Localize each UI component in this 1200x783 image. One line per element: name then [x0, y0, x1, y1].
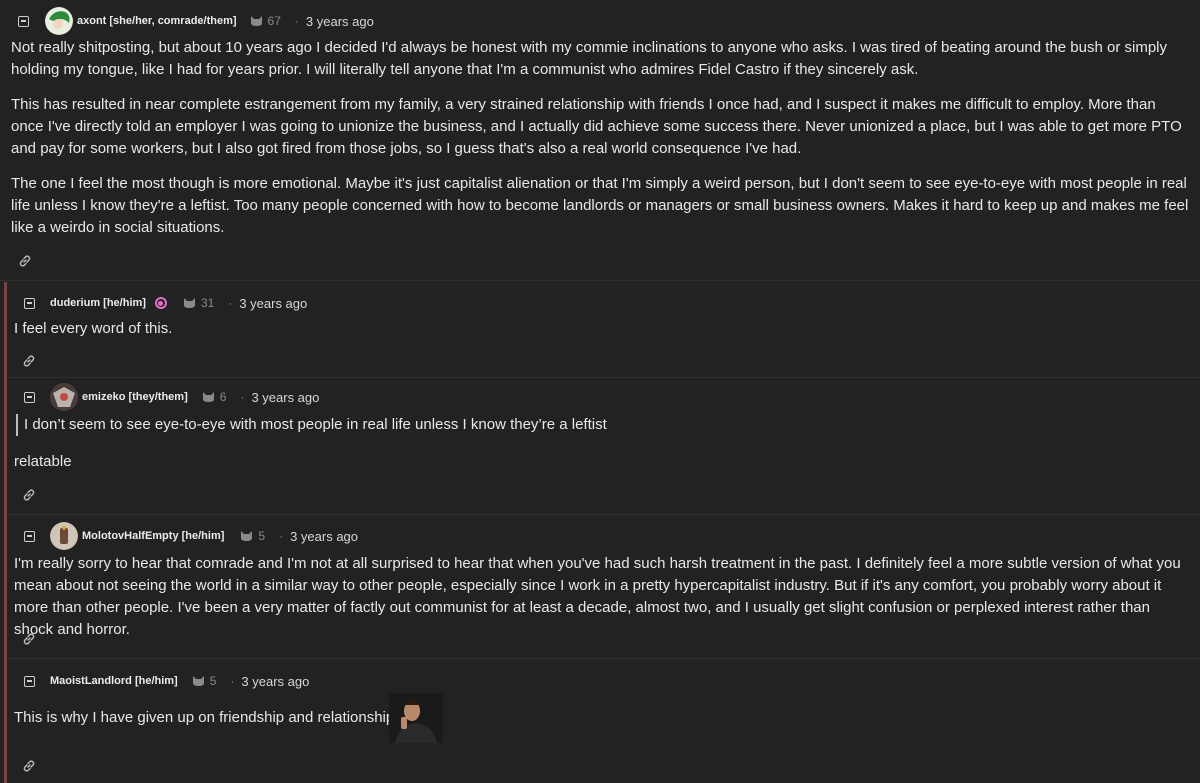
avatar[interactable] [50, 522, 78, 550]
separator-dot: · [294, 14, 299, 28]
separator-dot: · [240, 390, 245, 404]
collapse-button[interactable] [24, 391, 35, 403]
link-icon[interactable] [22, 354, 36, 368]
link-icon[interactable] [22, 632, 36, 646]
comment-paragraph: The one I feel the most though is more e… [11, 175, 1189, 236]
moderator-badge-icon [154, 297, 167, 309]
timestamp[interactable]: 3 years ago [241, 674, 309, 689]
score-value: 31 [200, 296, 215, 310]
collapse-button[interactable] [24, 297, 35, 309]
comment-header: MaoistLandlord [he/him] 5 · 3 years ago [24, 670, 309, 692]
divider [8, 514, 1200, 515]
comment-header: duderium [he/him] 31 · 3 years ago [24, 292, 307, 314]
score[interactable]: 67 [250, 14, 281, 28]
comment-paragraph: Not really shitposting, but about 10 yea… [11, 39, 1167, 78]
score-value: 5 [209, 674, 217, 688]
comment-header: emizeko [they/them] 6 · 3 years ago [24, 383, 319, 411]
score[interactable]: 6 [202, 390, 227, 404]
timestamp[interactable]: 3 years ago [290, 529, 358, 544]
comment-paragraph: I feel every word of this. [14, 320, 173, 337]
username[interactable]: emizeko [they/them] [82, 391, 188, 403]
username[interactable]: MolotovHalfEmpty [he/him] [82, 530, 224, 542]
collapse-button[interactable] [18, 15, 29, 27]
separator-dot: · [230, 674, 235, 688]
comment-body: I feel every word of this. [14, 318, 1184, 340]
timestamp[interactable]: 3 years ago [251, 390, 319, 405]
comment-header: axont [she/her, comrade/them] 67 · 3 yea… [18, 7, 374, 35]
score[interactable]: 5 [240, 529, 265, 543]
avatar[interactable] [50, 383, 78, 411]
score-value: 6 [219, 390, 227, 404]
collapse-button[interactable] [24, 675, 35, 687]
score-value: 5 [258, 529, 266, 543]
divider [0, 280, 1200, 281]
comment-body: I don’t seem to see eye-to-eye with most… [14, 414, 1184, 473]
comment-paragraph: This has resulted in near complete estra… [11, 96, 1182, 157]
username[interactable]: duderium [he/him] [50, 297, 146, 309]
comment-paragraph: This is why I have given up on friendshi… [14, 709, 402, 726]
timestamp[interactable]: 3 years ago [306, 14, 374, 29]
link-icon[interactable] [18, 254, 32, 268]
thread-rail [4, 282, 7, 783]
comment-paragraph: relatable [14, 453, 72, 470]
cat-icon [202, 392, 214, 402]
blockquote: I don’t seem to see eye-to-eye with most… [16, 414, 1184, 436]
cat-icon [241, 531, 253, 541]
cat-icon [250, 16, 262, 26]
score[interactable]: 31 [183, 296, 214, 310]
link-icon[interactable] [22, 759, 36, 773]
separator-dot: · [279, 529, 284, 543]
avatar[interactable] [45, 7, 73, 35]
cat-icon [192, 676, 204, 686]
collapse-button[interactable] [24, 530, 35, 542]
timestamp[interactable]: 3 years ago [239, 296, 307, 311]
username[interactable]: MaoistLandlord [he/him] [50, 675, 178, 687]
emoji-image-icon [389, 693, 443, 743]
comment-paragraph: I'm really sorry to hear that comrade an… [14, 555, 1181, 638]
comment-body: I'm really sorry to hear that comrade an… [14, 553, 1189, 641]
cat-icon [183, 298, 195, 308]
separator-dot: · [228, 296, 233, 310]
divider [8, 658, 1200, 659]
comment-body: Not really shitposting, but about 10 yea… [11, 37, 1191, 239]
comment-body: This is why I have given up on friendshi… [14, 707, 414, 729]
comment-header: MolotovHalfEmpty [he/him] 5 · 3 years ag… [24, 522, 358, 550]
username[interactable]: axont [she/her, comrade/them] [77, 15, 237, 27]
link-icon[interactable] [22, 488, 36, 502]
score[interactable]: 5 [192, 674, 217, 688]
score-value: 67 [267, 14, 281, 28]
divider [8, 377, 1200, 378]
